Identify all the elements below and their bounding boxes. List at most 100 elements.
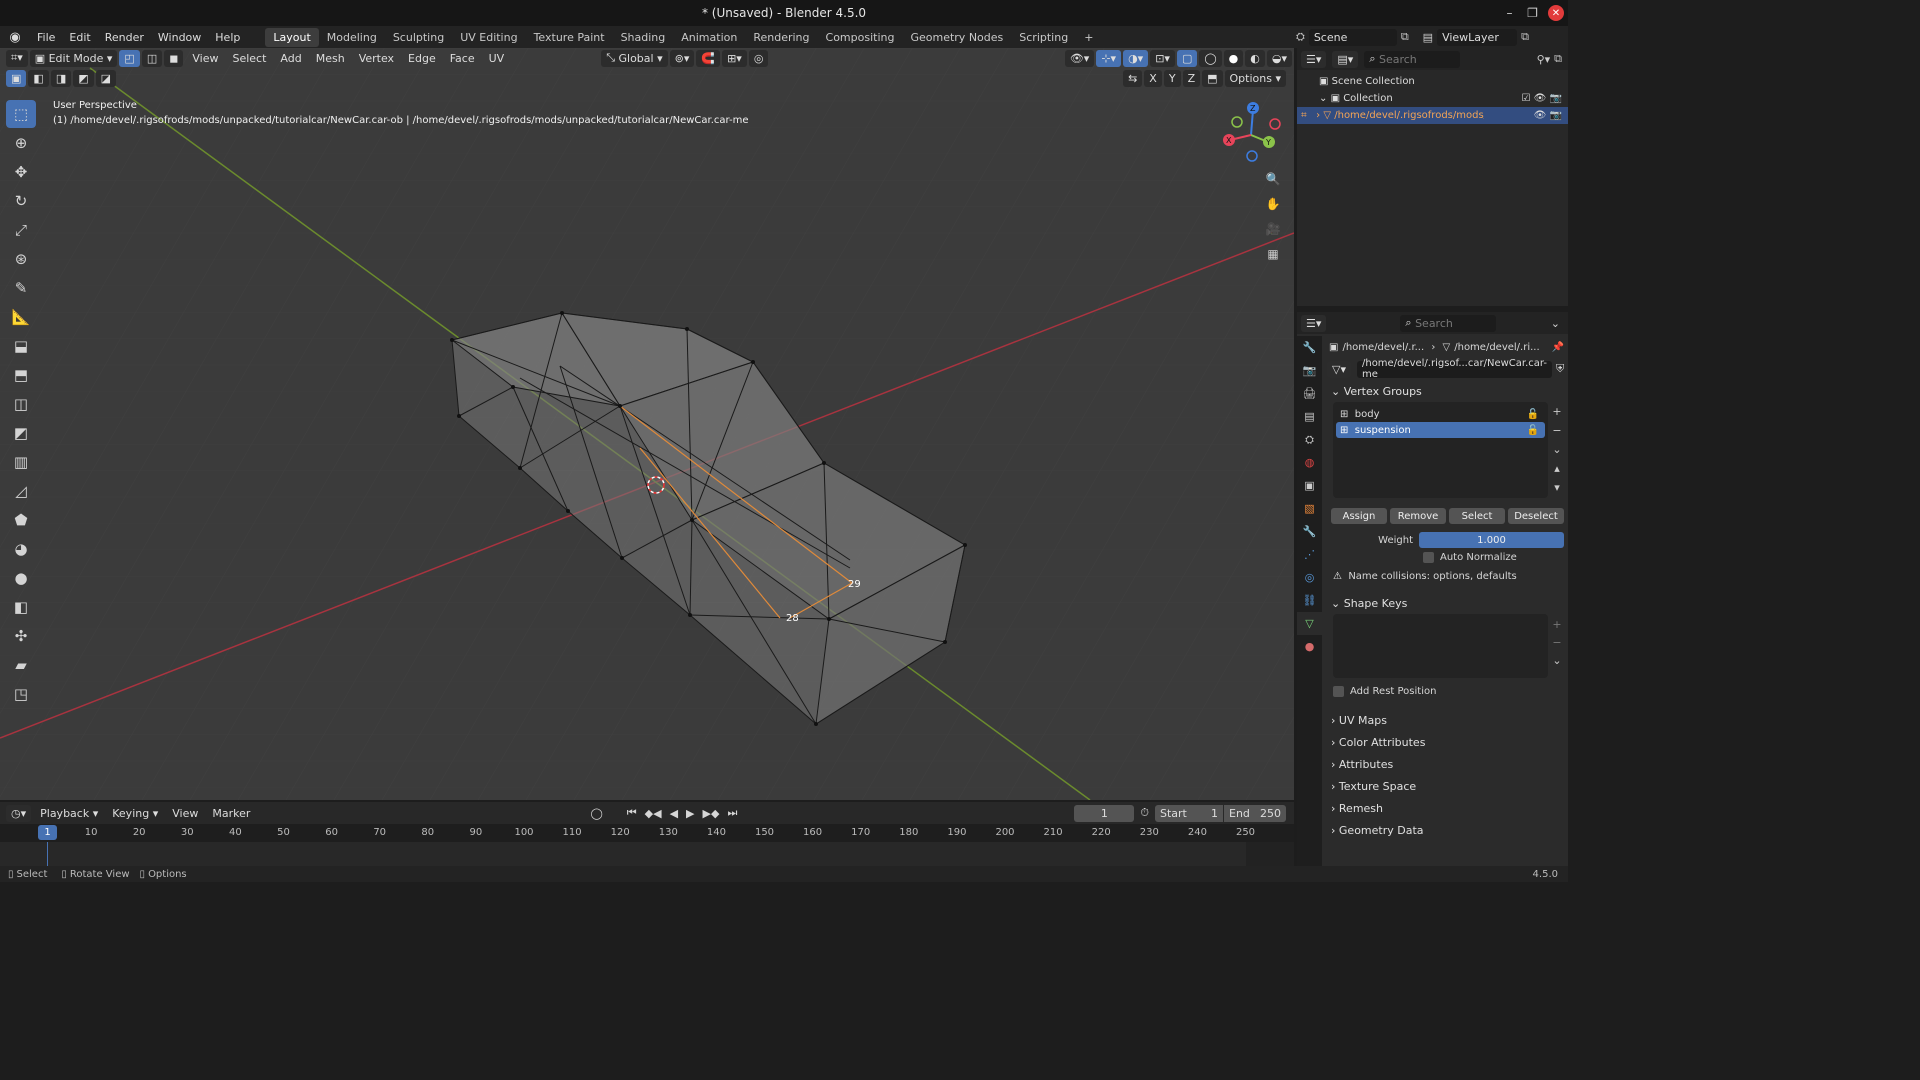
inset-tool-icon[interactable]: ◫ [6,390,36,418]
constraints-tab-icon[interactable]: ⛓ [1297,589,1322,612]
orientation-dropdown[interactable]: ⤡ Global ▾ [601,49,668,67]
minimize-button[interactable]: – [1498,0,1521,26]
knife-tool-icon[interactable]: ◿ [6,477,36,505]
viewport-menu-mesh[interactable]: Mesh [309,52,352,65]
gizmo-toggle[interactable]: ⊹▾ [1096,49,1122,67]
select-box-tool-icon[interactable]: ⬚ [6,100,36,128]
tab-shading[interactable]: Shading [613,28,674,47]
playback-menu[interactable]: Playback ▾ [33,807,105,820]
weight-slider[interactable]: 1.000 [1419,532,1564,548]
tab-uv-editing[interactable]: UV Editing [452,28,525,47]
smooth-tool-icon[interactable]: ● [6,564,36,592]
zoom-icon[interactable]: 🔍 [1262,168,1284,190]
shrink-fatten-tool-icon[interactable]: ✣ [6,622,36,650]
playhead[interactable]: 1 [38,825,57,840]
jump-end-icon[interactable]: ⏭ [727,806,737,820]
select-subtract-button[interactable]: ◨ [50,70,72,87]
material-tab-icon[interactable]: ● [1297,635,1322,658]
stopwatch-icon[interactable]: ⏱ [1140,806,1149,820]
play-reverse-icon[interactable]: ◀ [670,807,678,820]
add-workspace-button[interactable]: + [1076,28,1101,47]
chevron-right-icon[interactable]: › [1316,110,1323,121]
add-rest-position-checkbox[interactable] [1333,686,1344,697]
properties-search-input[interactable]: ⌕ Search [1400,314,1497,332]
viewport-menu-vertex[interactable]: Vertex [352,52,401,65]
visibility-dropdown[interactable]: 👁▾ [1064,49,1095,67]
scene-tab-icon[interactable]: ⛭ [1297,428,1322,451]
eye-icon[interactable]: 👁 [1534,110,1550,121]
mesh-browse-icon[interactable]: ▽▾ [1327,360,1351,378]
blender-logo-icon[interactable]: ◉ [0,30,30,45]
measure-tool-icon[interactable]: 📐 [6,303,36,331]
xray-toggle[interactable]: ▢ [1176,49,1198,67]
mode-dropdown[interactable]: ▣ Edit Mode ▾ [29,49,118,67]
navigation-gizmo[interactable]: Z Y X [1216,100,1286,170]
color-attributes-panel-header[interactable]: › Color Attributes [1325,731,1568,753]
list-item[interactable]: ⊞ body 🔓 [1336,406,1545,422]
proportional-editing-toggle[interactable]: ◎ [748,49,769,67]
lock-icon[interactable]: 🔓 [1527,409,1539,420]
camera-view-icon[interactable]: 🎥 [1262,218,1284,240]
new-scene-icon[interactable]: ⧉ [1401,30,1409,44]
remove-button[interactable]: Remove [1390,508,1446,524]
start-frame-field[interactable]: Start 1 [1155,804,1223,822]
menu-edit[interactable]: Edit [62,31,97,44]
3d-viewport[interactable]: 29 28 ⌗▾ ▣ Edit Mode ▾ ◰ ◫ ◼ View Select… [0,48,1294,800]
poly-build-tool-icon[interactable]: ⬟ [6,506,36,534]
frame-ruler[interactable]: 10 20 30 40 50 60 70 80 90 100 110 120 130 140 150 160 1… [0,824,1294,842]
mirror-y-toggle[interactable]: Y [1163,70,1181,87]
scale-tool-icon[interactable]: ⤢ [6,216,36,244]
move-up-icon[interactable]: ▴ [1550,459,1564,478]
modifier-tab-icon[interactable]: 🔧 [1297,520,1322,543]
select-button[interactable]: Select [1449,508,1505,524]
mesh-name-field[interactable]: /home/devel/.rigsof...car/NewCar.car-me [1356,358,1552,380]
tab-sculpting[interactable]: Sculpting [385,28,452,47]
chevron-down-icon[interactable]: ⌄ [1319,93,1331,104]
viewport-menu-uv[interactable]: UV [482,52,512,65]
menu-file[interactable]: File [30,31,62,44]
menu-window[interactable]: Window [151,31,208,44]
bevel-tool-icon[interactable]: ◩ [6,419,36,447]
pan-hand-icon[interactable]: ✋ [1262,193,1284,215]
uv-maps-panel-header[interactable]: › UV Maps [1325,709,1568,731]
tab-modeling[interactable]: Modeling [319,28,385,47]
editor-type-icon[interactable]: ⌗▾ [6,49,28,67]
timeline-view-menu[interactable]: View [165,807,205,820]
mesh-edit-overlay-dropdown[interactable]: ⊡▾ [1150,49,1175,67]
particles-tab-icon[interactable]: ⋰ [1297,543,1322,566]
exclude-checkbox[interactable]: ☑ [1522,93,1534,104]
attributes-panel-header[interactable]: › Attributes [1325,753,1568,775]
remove-icon[interactable]: − [1550,421,1564,440]
outliner-editor-type-icon[interactable]: ☰▾ [1301,50,1327,68]
assign-button[interactable]: Assign [1331,508,1387,524]
viewport-menu-view[interactable]: View [185,52,225,65]
overlay-toggle[interactable]: ◑▾ [1123,49,1149,67]
jump-next-keyframe-icon[interactable]: ▶◆ [703,807,720,820]
current-frame-field[interactable]: 1 [1074,804,1135,822]
tab-animation[interactable]: Animation [673,28,745,47]
physics-tab-icon[interactable]: ◎ [1297,566,1322,589]
pin-icon[interactable]: 📌 [1552,342,1564,353]
remove-icon[interactable]: − [1550,634,1564,652]
tab-texture-paint[interactable]: Texture Paint [526,28,613,47]
annotate-tool-icon[interactable]: ✎ [6,274,36,302]
material-shading-button[interactable]: ◐ [1245,49,1265,67]
filter-icon[interactable]: ⚲▾ [1537,53,1551,66]
snap-toggle[interactable]: 🧲 [696,49,721,67]
collection-tab-icon[interactable]: ▣ [1297,474,1322,497]
specials-menu-icon[interactable]: ⌄ [1550,652,1564,670]
ortho-grid-icon[interactable]: ▦ [1262,243,1284,265]
select-intersect-button[interactable]: ◪ [95,70,117,87]
edge-slide-tool-icon[interactable]: ◧ [6,593,36,621]
spin-tool-icon[interactable]: ◕ [6,535,36,563]
outliner-row-mesh-object[interactable]: ⌗ › ▽ /home/devel/.rigsofrods/mods/ur 👁 … [1297,107,1568,124]
jump-prev-keyframe-icon[interactable]: ◆◀ [645,807,662,820]
move-down-icon[interactable]: ▾ [1550,478,1564,497]
list-item[interactable]: ⊞ suspension 🔓 [1336,422,1545,438]
properties-editor-type-icon[interactable]: ☰▾ [1301,314,1327,332]
play-icon[interactable]: ▶ [686,807,694,820]
viewport-menu-edge[interactable]: Edge [401,52,443,65]
tab-compositing[interactable]: Compositing [818,28,903,47]
display-mode-icon[interactable]: ▤▾ [1332,50,1359,68]
maximize-button[interactable]: ❐ [1521,0,1544,26]
